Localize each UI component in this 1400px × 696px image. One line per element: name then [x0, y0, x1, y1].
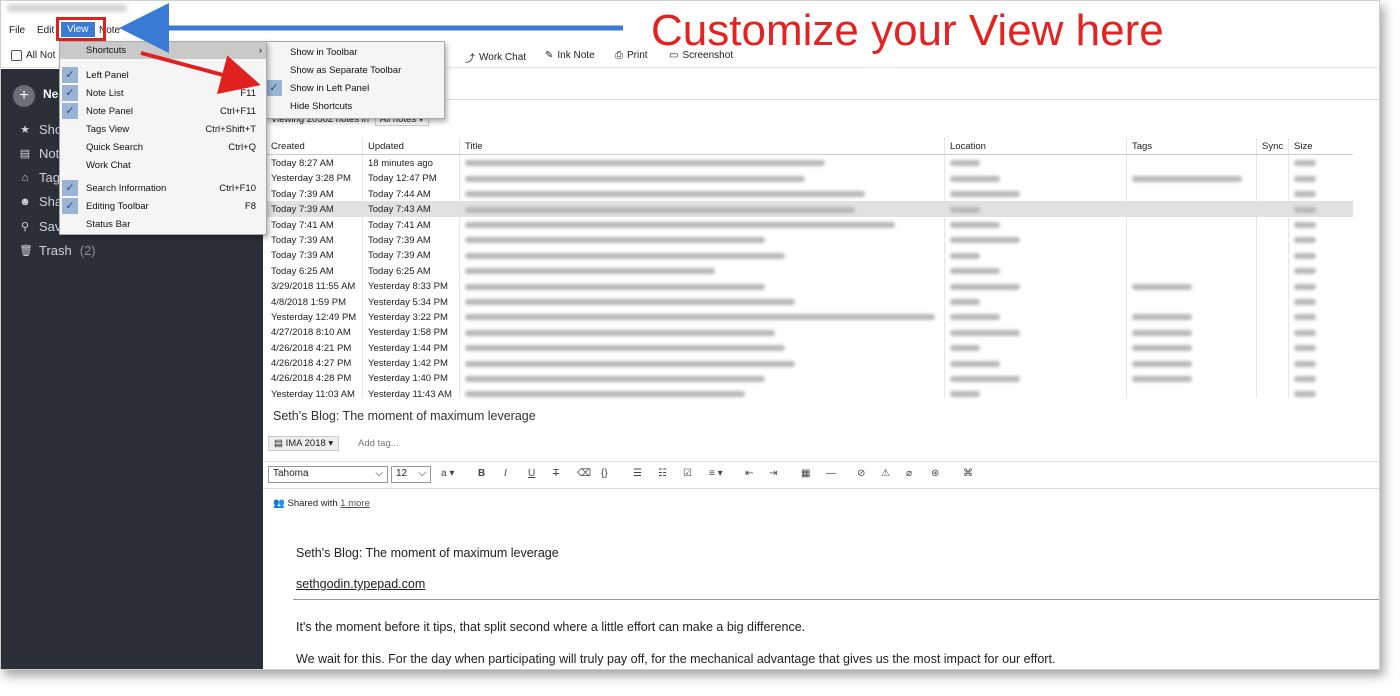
- red-arrow: [140, 51, 261, 95]
- annotation-arrows: [119, 3, 623, 95]
- app-window: File Edit View Note All Not ⤴ Work Chat …: [0, 0, 1380, 670]
